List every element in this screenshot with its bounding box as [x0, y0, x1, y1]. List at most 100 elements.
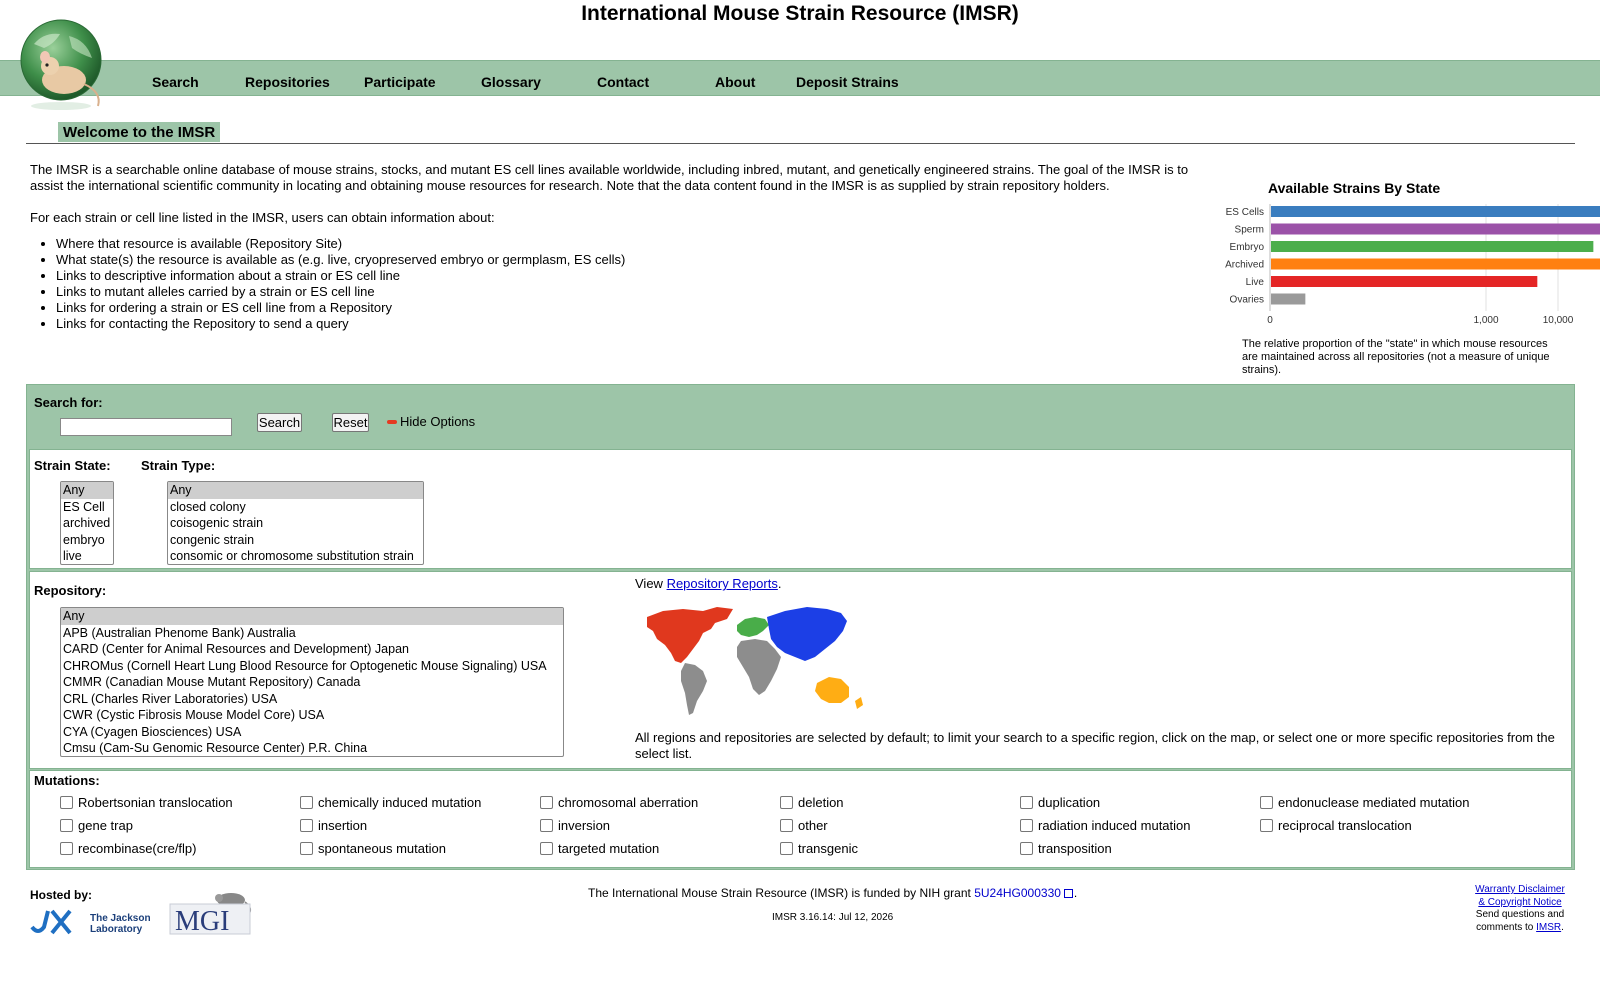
mutation-option[interactable]: transposition — [1020, 841, 1112, 856]
mutation-checkbox[interactable] — [1260, 796, 1273, 809]
select-option[interactable]: ES Cell — [61, 499, 113, 516]
disclaimer-line1: Warranty Disclaimer — [1475, 884, 1565, 895]
grant-link[interactable]: 5U24HG000330 — [974, 886, 1061, 900]
world-region-map — [647, 607, 863, 715]
mutation-option[interactable]: spontaneous mutation — [300, 841, 446, 856]
strain-type-select[interactable]: Any closed colony coisogenic strain cong… — [167, 481, 424, 565]
mutation-option[interactable]: radiation induced mutation — [1020, 818, 1191, 833]
nav-deposit-strains[interactable]: Deposit Strains — [796, 74, 899, 90]
mutation-option[interactable]: duplication — [1020, 795, 1100, 810]
map-region-oceania[interactable] — [815, 677, 849, 703]
mutation-label: targeted mutation — [558, 841, 660, 856]
mutation-checkbox[interactable] — [1020, 842, 1033, 855]
chart-caption: The relative proportion of the "state" i… — [1242, 338, 1550, 376]
mutation-option[interactable]: chromosomal aberration — [540, 795, 698, 810]
chart-bar[interactable] — [1271, 293, 1306, 305]
chart-bar[interactable] — [1271, 223, 1600, 235]
nav-glossary[interactable]: Glossary — [481, 74, 541, 90]
select-option[interactable]: Any — [61, 482, 113, 499]
hide-options-toggle[interactable]: Hide Options — [387, 414, 475, 429]
mutation-checkbox[interactable] — [300, 796, 313, 809]
mutation-checkbox[interactable] — [300, 842, 313, 855]
chart-bar[interactable] — [1271, 258, 1600, 270]
repository-reports-link[interactable]: Repository Reports — [667, 576, 778, 591]
nav-about[interactable]: About — [715, 74, 755, 90]
map-region-new-zealand[interactable] — [855, 697, 863, 709]
mutation-checkbox[interactable] — [300, 819, 313, 832]
imsr-contact-link[interactable]: IMSR — [1536, 922, 1561, 933]
nav-search[interactable]: Search — [152, 74, 199, 90]
mutation-label: Robertsonian translocation — [78, 795, 233, 810]
select-option[interactable]: CMMR (Canadian Mouse Mutant Repository) … — [61, 674, 563, 691]
mutation-checkbox[interactable] — [60, 842, 73, 855]
nav-contact[interactable]: Contact — [597, 74, 649, 90]
chart-bar[interactable] — [1271, 206, 1600, 217]
select-option[interactable]: consomic or chromosome substitution stra… — [168, 548, 423, 564]
chart-bar[interactable] — [1271, 276, 1538, 287]
mutation-option[interactable]: endonuclease mediated mutation — [1260, 795, 1470, 810]
mutation-option[interactable]: gene trap — [60, 818, 133, 833]
mutation-checkbox[interactable] — [60, 796, 73, 809]
select-option[interactable]: CYA (Cyagen Biosciences) USA — [61, 724, 563, 741]
map-region-south-america[interactable] — [681, 663, 707, 715]
mutation-checkbox[interactable] — [780, 842, 793, 855]
select-option[interactable]: live — [61, 548, 113, 564]
map-region-europe[interactable] — [737, 617, 769, 637]
mutation-option[interactable]: recombinase(cre/flp) — [60, 841, 197, 856]
search-input[interactable] — [60, 418, 232, 436]
intro-bullet-list: Where that resource is available (Reposi… — [30, 236, 625, 332]
mutation-option[interactable]: other — [780, 818, 828, 833]
select-option[interactable]: closed colony — [168, 499, 423, 516]
mutation-checkbox[interactable] — [780, 796, 793, 809]
chart-bar[interactable] — [1271, 241, 1594, 252]
mutation-option[interactable]: reciprocal translocation — [1260, 818, 1412, 833]
select-option[interactable]: Any — [168, 482, 423, 499]
mutation-checkbox[interactable] — [540, 796, 553, 809]
select-option[interactable]: CRL (Charles River Laboratories) USA — [61, 691, 563, 708]
map-region-africa[interactable] — [737, 639, 781, 695]
mutation-checkbox[interactable] — [540, 819, 553, 832]
list-item: Where that resource is available (Reposi… — [56, 236, 625, 252]
mgi-logo[interactable]: MGI — [169, 890, 253, 936]
search-button[interactable]: Search — [257, 413, 302, 432]
mutation-option[interactable]: inversion — [540, 818, 610, 833]
mutation-checkbox[interactable] — [60, 819, 73, 832]
mutation-checkbox[interactable] — [1020, 819, 1033, 832]
mutation-option[interactable]: targeted mutation — [540, 841, 659, 856]
strain-state-select[interactable]: Any ES Cell archived embryo live — [60, 481, 114, 565]
map-region-north-america[interactable] — [647, 607, 733, 663]
select-option[interactable]: congenic strain — [168, 532, 423, 549]
select-option[interactable]: CHROMus (Cornell Heart Lung Blood Resour… — [61, 658, 563, 675]
select-option[interactable]: CARD (Center for Animal Resources and De… — [61, 641, 563, 658]
chart-tick-label: 1,000 — [1473, 315, 1498, 326]
mutation-option[interactable]: insertion — [300, 818, 367, 833]
repository-select[interactable]: Any APB (Australian Phenome Bank) Austra… — [60, 607, 564, 757]
mutation-checkbox[interactable] — [1020, 796, 1033, 809]
select-option[interactable]: APB (Australian Phenome Bank) Australia — [61, 625, 563, 642]
mutation-option[interactable]: chemically induced mutation — [300, 795, 481, 810]
select-option[interactable]: archived — [61, 515, 113, 532]
select-option[interactable]: embryo — [61, 532, 113, 549]
intro-text: The IMSR is a searchable online database… — [30, 162, 1189, 193]
select-option[interactable]: Cmsu (Cam-Su Genomic Resource Center) P.… — [61, 740, 563, 756]
nav-repositories[interactable]: Repositories — [245, 74, 330, 90]
reset-button[interactable]: Reset — [332, 413, 369, 432]
select-option[interactable]: CWR (Cystic Fibrosis Mouse Model Core) U… — [61, 707, 563, 724]
warranty-disclaimer-link[interactable]: Warranty Disclaimer & Copyright Notice — [1475, 884, 1565, 908]
select-option[interactable]: Any — [61, 608, 563, 625]
jackson-laboratory-logo[interactable]: The Jackson Laboratory — [30, 905, 150, 937]
mutation-option[interactable]: deletion — [780, 795, 844, 810]
imsr-globe-mouse-logo[interactable] — [14, 14, 110, 114]
mutation-checkbox[interactable] — [780, 819, 793, 832]
mutation-option[interactable]: Robertsonian translocation — [60, 795, 233, 810]
map-region-asia[interactable] — [767, 607, 847, 661]
nav-participate[interactable]: Participate — [364, 74, 436, 90]
mutation-checkbox[interactable] — [540, 842, 553, 855]
site-title: International Mouse Strain Resource (IMS… — [581, 2, 1019, 25]
welcome-heading: Welcome to the IMSR — [58, 122, 221, 142]
mutation-checkbox[interactable] — [1260, 819, 1273, 832]
mutation-option[interactable]: transgenic — [780, 841, 858, 856]
jax-text-line2: Laboratory — [90, 924, 143, 935]
mutation-label: radiation induced mutation — [1038, 818, 1191, 833]
select-option[interactable]: coisogenic strain — [168, 515, 423, 532]
